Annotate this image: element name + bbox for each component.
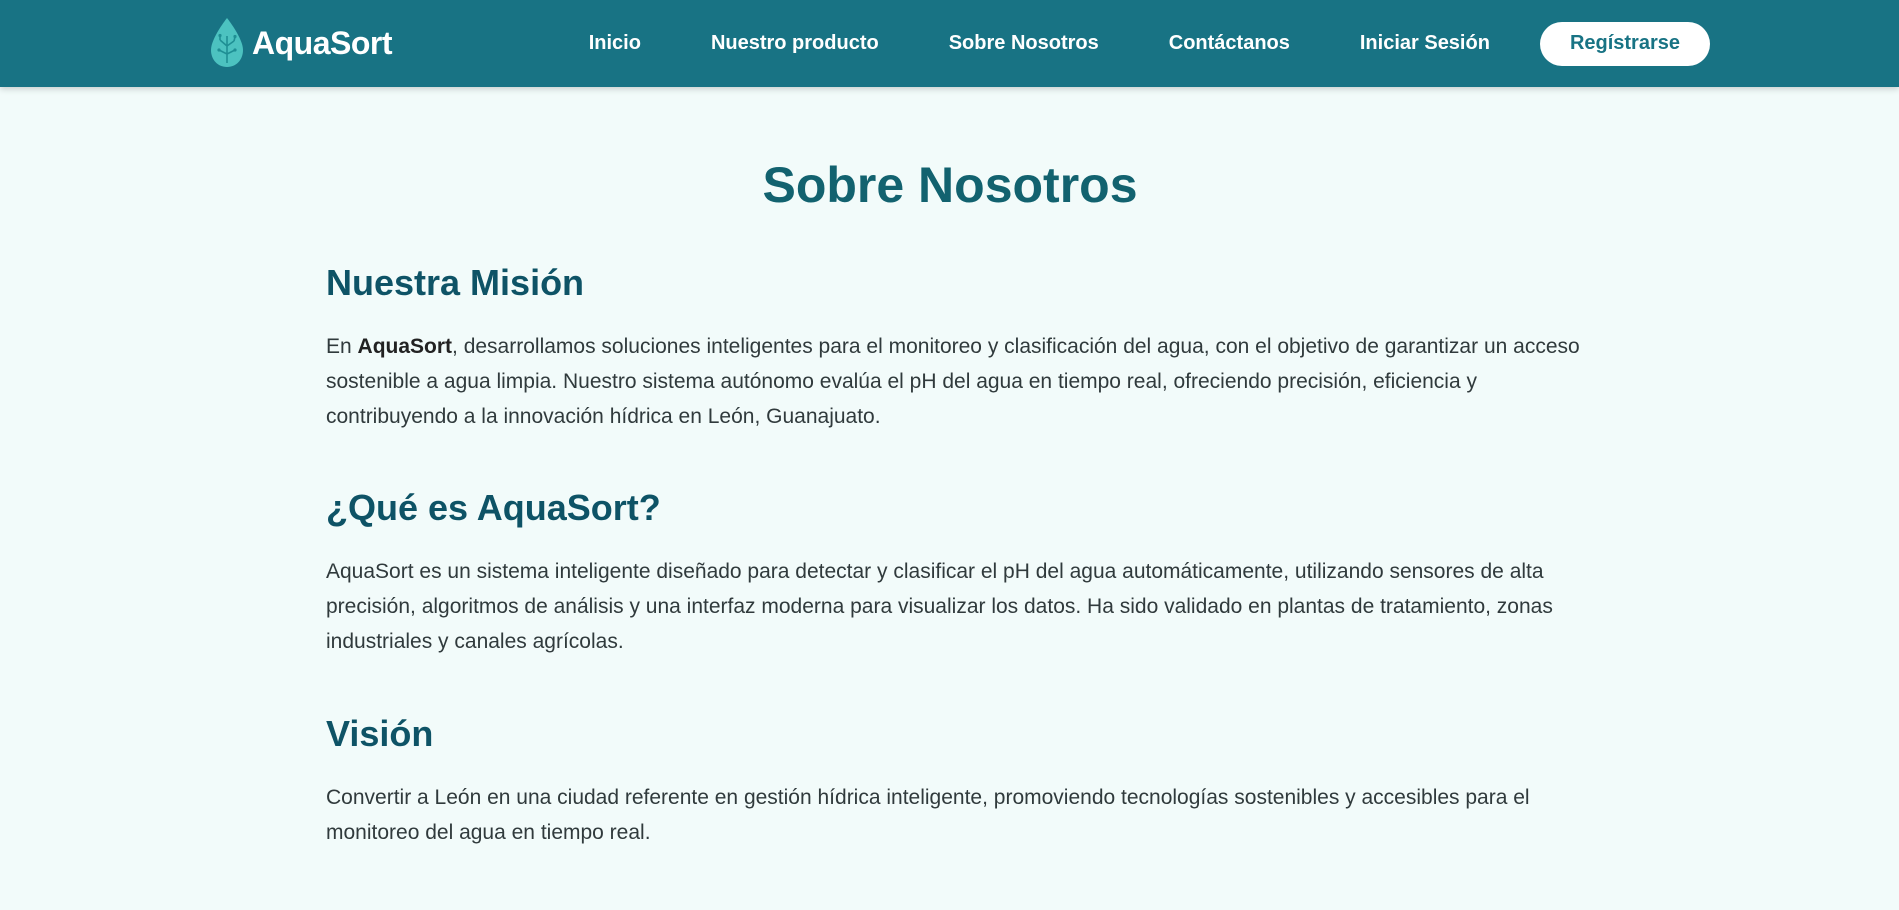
section-body: En AquaSort, desarrollamos soluciones in…: [326, 329, 1586, 434]
brand-logo-link[interactable]: AquaSort: [208, 16, 393, 70]
section-heading: Visión: [326, 713, 434, 754]
body-text: , desarrollamos soluciones inteligentes …: [326, 335, 1580, 428]
nav-link-nuestro-producto[interactable]: Nuestro producto: [711, 32, 879, 55]
nav-link-contactanos[interactable]: Contáctanos: [1169, 32, 1290, 55]
nav-link-inicio[interactable]: Inicio: [589, 32, 641, 55]
nav-link-sobre-nosotros[interactable]: Sobre Nosotros: [949, 32, 1099, 55]
main-nav: Inicio Nuestro producto Sobre Nosotros C…: [589, 0, 1710, 87]
section-body: Convertir a León en una ciudad referente…: [326, 786, 1530, 844]
section-mision: Nuestra Misión En AquaSort, desarrollamo…: [326, 261, 1586, 434]
page-title: Sobre Nosotros: [762, 157, 1138, 213]
section-que-es: ¿Qué es AquaSort? AquaSort es un sistema…: [326, 486, 1586, 659]
section-vision: Visión Convertir a León en una ciudad re…: [326, 712, 1586, 850]
section-heading: ¿Qué es AquaSort?: [326, 487, 661, 528]
register-button[interactable]: Regístrarse: [1539, 21, 1710, 66]
brand-mention: AquaSort: [357, 335, 453, 358]
body-prefix: En: [326, 335, 358, 358]
section-body: AquaSort es un sistema inteligente diseñ…: [326, 560, 1553, 653]
section-heading: Nuestra Misión: [326, 262, 585, 303]
top-navbar: AquaSort Inicio Nuestro producto Sobre N…: [0, 0, 1899, 87]
nav-link-iniciar-sesion[interactable]: Iniciar Sesión: [1360, 32, 1490, 55]
water-drop-circuit-icon: [211, 18, 243, 67]
brand-name: AquaSort: [252, 24, 393, 61]
